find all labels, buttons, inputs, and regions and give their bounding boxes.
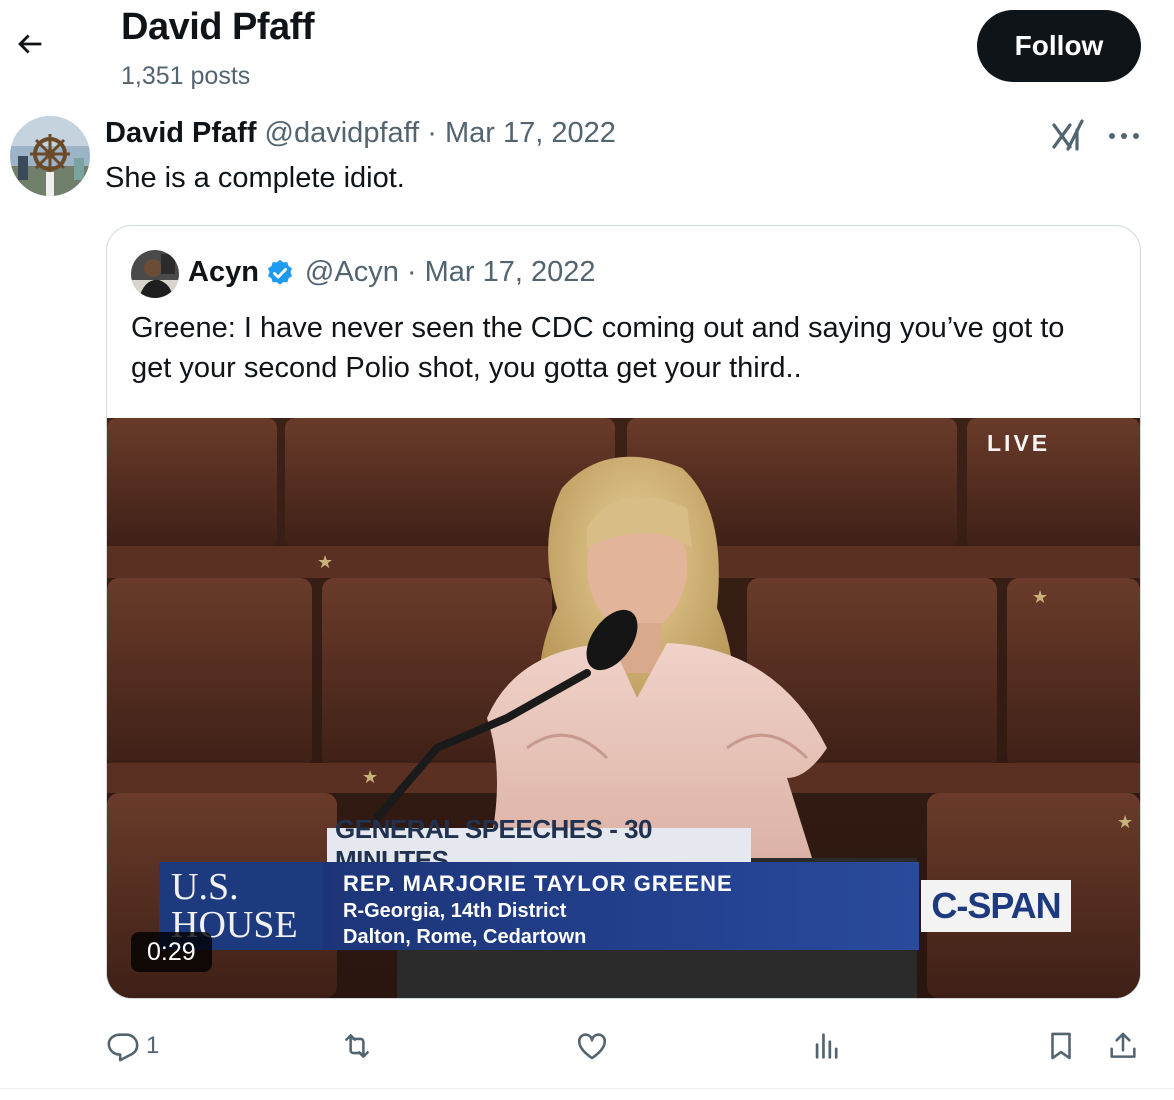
quote-text-line: get your second Polio shot, you gotta ge… [131, 352, 802, 384]
post-author-handle[interactable]: @davidpfaff [265, 117, 420, 149]
divider [0, 1088, 1174, 1089]
repost-button[interactable] [339, 1022, 375, 1070]
like-icon [577, 1033, 607, 1060]
post-date[interactable]: Mar 17, 2022 [445, 117, 616, 149]
speaker-towns: Dalton, Rome, Cedartown [343, 926, 587, 948]
cspan-logo: C-SPAN [921, 880, 1071, 932]
quote-meta-separator: · [406, 256, 417, 288]
profile-name: David Pfaff [121, 6, 314, 48]
video-duration: 0:29 [131, 932, 212, 972]
reply-button[interactable]: 1 [106, 1022, 159, 1070]
live-badge: LIVE [987, 430, 1051, 456]
speaker-district: R-Georgia, 14th District [343, 900, 567, 922]
views-button[interactable] [810, 1022, 844, 1070]
quote-author-name[interactable]: Acyn [188, 256, 259, 289]
post-author-name[interactable]: David Pfaff [105, 117, 256, 149]
quote-text: Greene: I have never seen the CDC coming… [131, 308, 1121, 388]
back-button[interactable] [8, 22, 52, 66]
post-text: She is a complete idiot. [105, 162, 405, 194]
quote-author-handle[interactable]: @Acyn [305, 256, 399, 289]
speaker-lower-third: REP. MARJORIE TAYLOR GREENE R-Georgia, 1… [323, 862, 919, 950]
svg-text:★: ★ [317, 552, 333, 573]
share-button[interactable] [1106, 1022, 1140, 1070]
back-arrow-icon [18, 34, 42, 54]
like-button[interactable] [575, 1022, 609, 1070]
segment-title: GENERAL SPEECHES - 30 MINUTES [327, 814, 751, 875]
svg-text:★: ★ [362, 767, 378, 788]
repost-icon [345, 1034, 369, 1058]
views-icon [815, 1033, 838, 1059]
reply-icon [107, 1033, 139, 1062]
reply-count: 1 [146, 1032, 160, 1059]
speaker-name: REP. MARJORIE TAYLOR GREENE [343, 871, 733, 896]
quote-text-line: Greene: I have never seen the CDC coming… [131, 312, 1065, 344]
verified-badge-icon [265, 258, 295, 288]
grok-icon[interactable] [1048, 116, 1088, 156]
svg-text:★: ★ [1032, 587, 1048, 608]
share-icon [1110, 1032, 1136, 1058]
action-bar: 1 [0, 1022, 1174, 1070]
post-count: 1,351 posts [121, 62, 251, 90]
video-player[interactable]: ★ ★ ★ ★ LIVE GENERAL SPEECHES - 30 MINUT… [107, 418, 1140, 998]
quote-meta: Acyn @Acyn · Mar 17, 2022 [188, 256, 596, 289]
author-avatar[interactable] [10, 116, 90, 196]
bookmark-icon [1051, 1032, 1071, 1060]
quoted-post[interactable]: Acyn @Acyn · Mar 17, 2022 Greene: I have… [106, 225, 1141, 999]
bookmark-button[interactable] [1044, 1022, 1078, 1070]
quote-author-avatar[interactable] [131, 250, 179, 298]
follow-button[interactable]: Follow [977, 10, 1141, 82]
more-icon[interactable] [1104, 118, 1144, 154]
post-meta: David Pfaff @davidpfaff · Mar 17, 2022 [105, 117, 616, 150]
meta-separator: · [427, 117, 437, 149]
svg-text:★: ★ [1117, 812, 1133, 833]
profile-header: David Pfaff 1,351 posts Follow [0, 0, 1174, 100]
quote-date[interactable]: Mar 17, 2022 [425, 256, 596, 289]
